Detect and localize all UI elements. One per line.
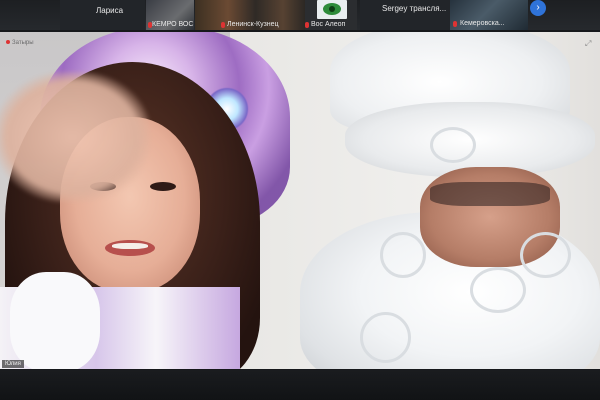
participant-name: Лариса — [96, 6, 124, 15]
fur-collar — [10, 272, 100, 369]
fullscreen-icon[interactable]: ⤢ — [585, 40, 593, 48]
participant-thumbnail[interactable]: Кемеровска... — [450, 0, 528, 30]
participant-thumbnail[interactable]: Ленинск-Кузнец — [195, 0, 305, 30]
muted-mic-icon — [453, 21, 457, 27]
participant-thumbnail-strip: Лариса КЕМРО ВОС Ленинск-Кузнец Вос Алео… — [0, 0, 600, 30]
main-video-feed[interactable]: Затыры ⤢ Юлия — [0, 32, 600, 369]
eyebrows-shadow — [430, 182, 550, 206]
screen-bezel-bottom — [0, 370, 600, 400]
participant-name: Sergey трансля... — [382, 4, 447, 13]
speaker-name-tag: Юлия — [2, 360, 24, 368]
video-top-tag: Затыры — [6, 40, 34, 46]
beard-curl — [470, 267, 526, 313]
eye-pupil — [329, 6, 335, 12]
next-page-button[interactable]: › — [530, 0, 546, 16]
participant-name: КЕМРО ВОС — [152, 21, 194, 28]
organization-logo — [317, 0, 347, 19]
hat-curl — [430, 127, 476, 163]
participant-thumbnail[interactable]: Лариса — [60, 0, 145, 30]
participant-name: Кемеровска... — [460, 20, 505, 27]
participant-thumbnail[interactable]: Вос Алеоп — [305, 0, 357, 30]
participant-thumbnail[interactable]: Sergey трансля... — [360, 0, 458, 30]
teeth — [112, 243, 148, 249]
muted-mic-icon — [221, 22, 225, 28]
participant-thumbnail[interactable]: КЕМРО ВОС — [146, 0, 194, 30]
beard-curl — [380, 232, 426, 278]
next-page-icon: › — [536, 2, 540, 13]
waving-hand — [0, 72, 150, 202]
participant-name: Вос Алеоп — [311, 21, 346, 28]
eye — [150, 182, 176, 191]
recording-dot-icon — [6, 40, 10, 44]
muted-mic-icon — [305, 22, 309, 28]
beard-curl — [360, 312, 411, 363]
beard-curl — [520, 232, 571, 278]
participant-name: Ленинск-Кузнец — [227, 21, 279, 28]
